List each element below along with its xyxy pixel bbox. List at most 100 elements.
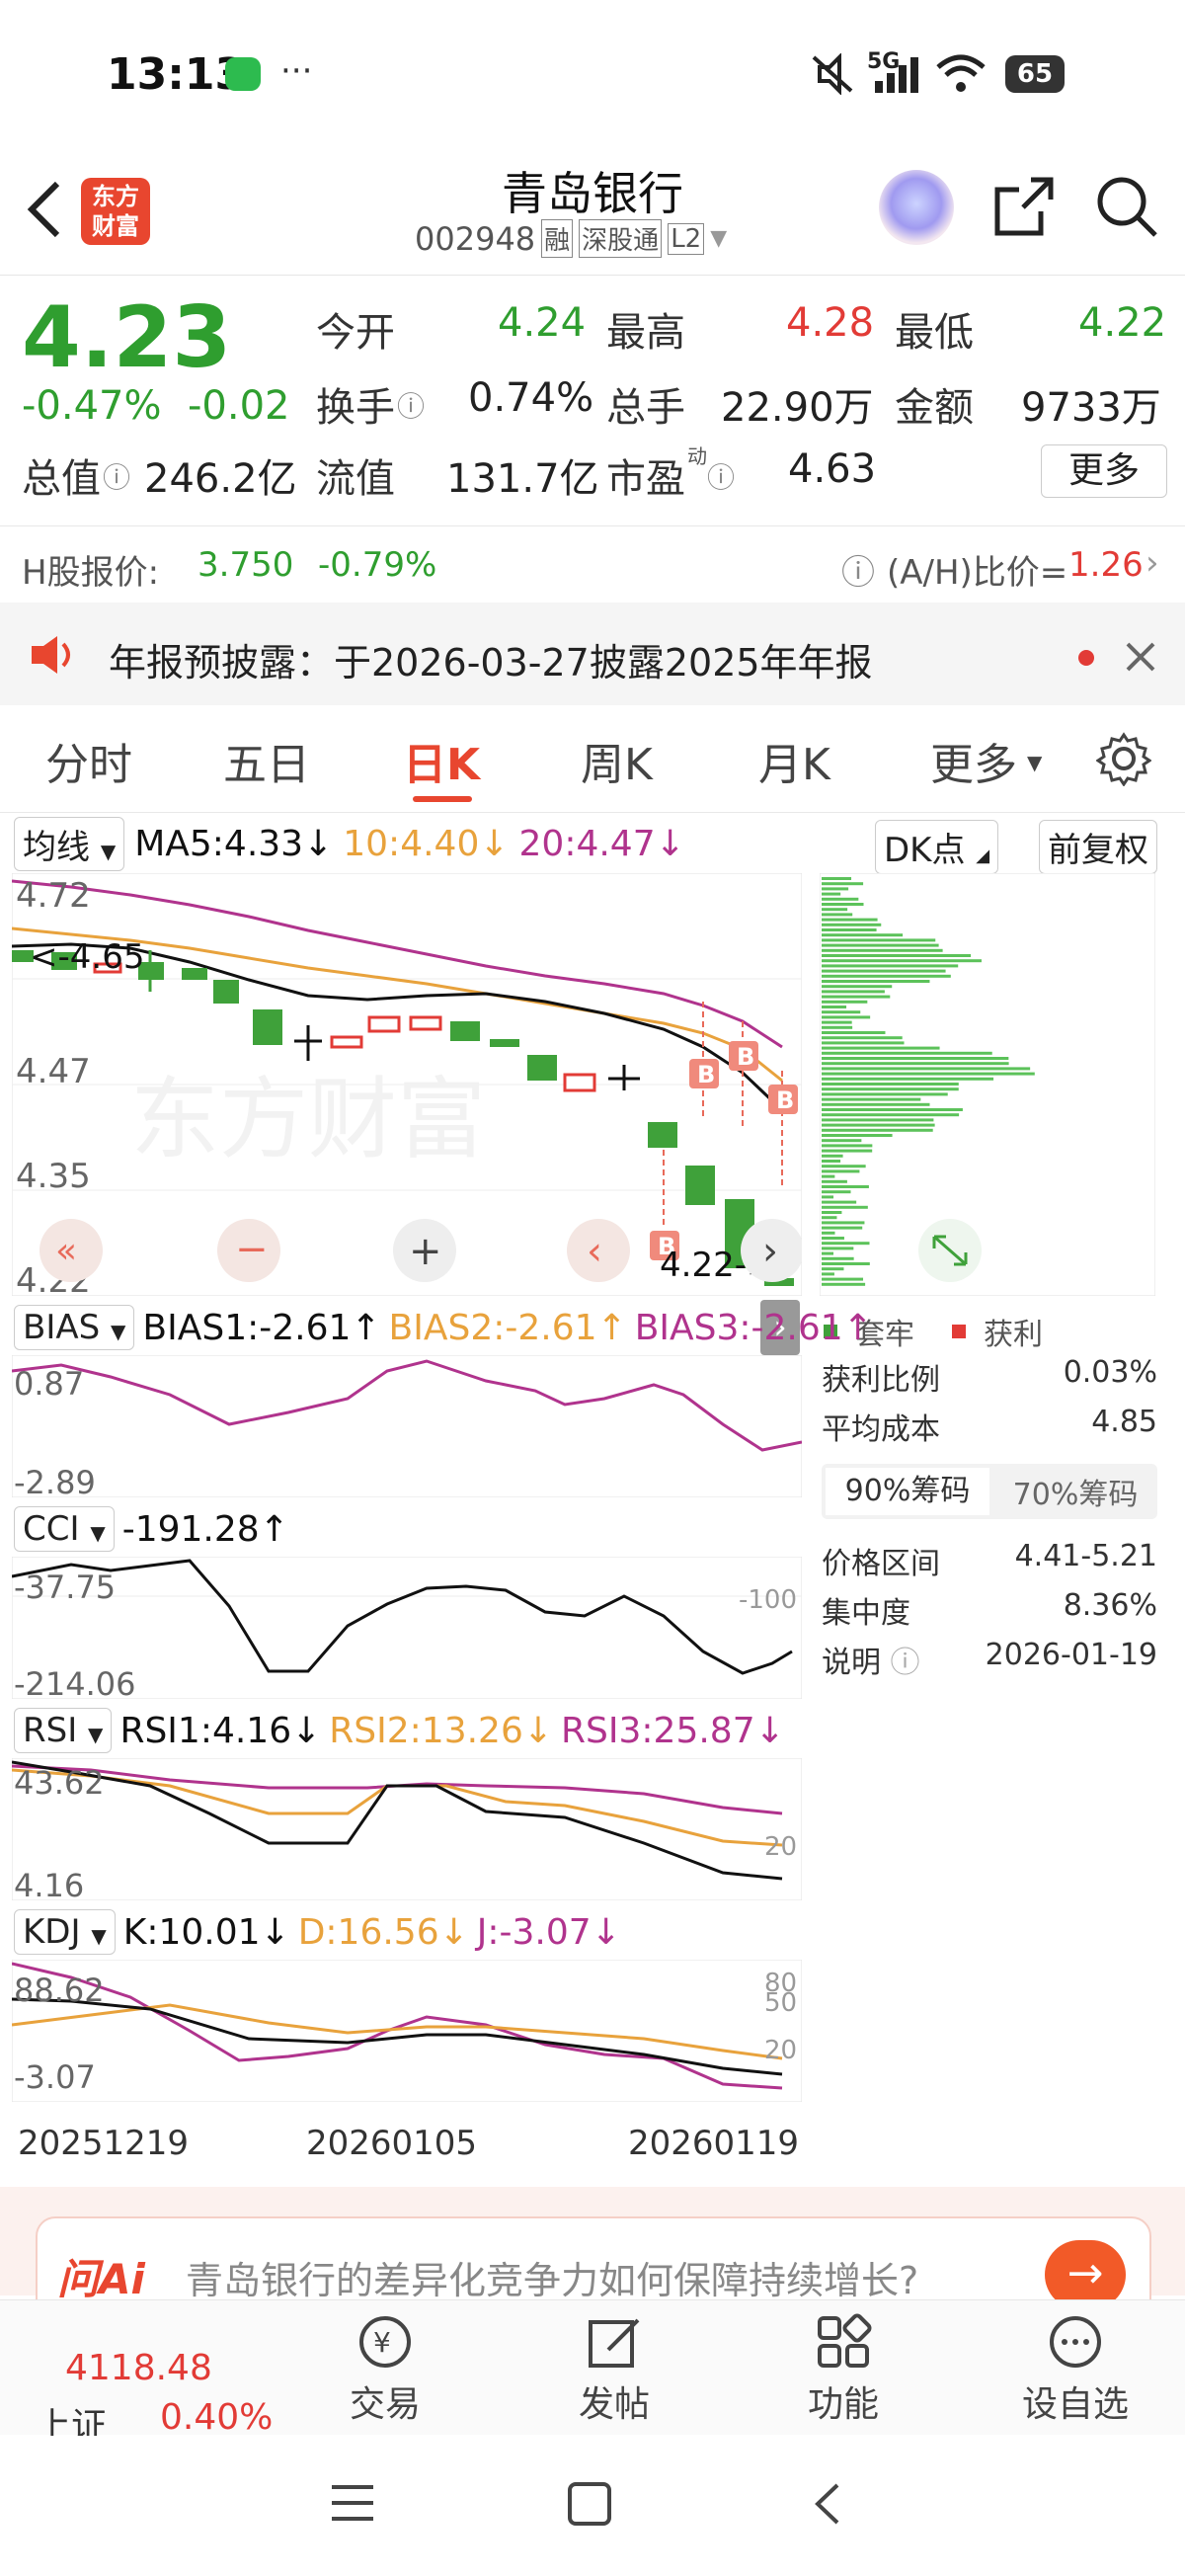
notice-text: 年报预披露：于2026-03-27披露2025年年报 <box>109 641 873 684</box>
close-icon[interactable] <box>1124 640 1157 674</box>
chip-bar <box>822 1211 842 1214</box>
nav-function[interactable]: 功能 <box>784 2312 903 2431</box>
note-date: 2026-01-19 <box>985 1638 1157 1672</box>
chip-bar <box>822 1010 861 1014</box>
volume-label: 总手 <box>606 385 685 431</box>
more-button[interactable]: 更多 <box>1041 444 1167 498</box>
trade-icon: ¥ <box>359 2316 411 2368</box>
chip-bar <box>822 1057 1009 1060</box>
menu-icon[interactable] <box>330 2483 375 2523</box>
high-value: 4.28 <box>786 300 875 346</box>
chip-bar <box>822 913 853 917</box>
chip-bar <box>822 1123 935 1127</box>
help-icon[interactable]: ⓘ <box>841 545 875 594</box>
nav-function-label: 功能 <box>807 2384 879 2425</box>
bias-select[interactable]: BIAS ▼ <box>14 1305 135 1350</box>
chip-bar <box>822 1174 835 1178</box>
bias-y-top: 0.87 <box>14 1365 84 1403</box>
notice-bar[interactable]: 年报预披露：于2026-03-27披露2025年年报 <box>0 603 1185 705</box>
nav-post[interactable]: 发帖 <box>555 2312 673 2431</box>
rsi-chart: 43.62 4.16 20 <box>12 1758 802 1900</box>
rsi-name: RSI <box>23 1711 78 1750</box>
nav-post-label: 发帖 <box>578 2384 650 2425</box>
chip-distribution-chart[interactable] <box>820 873 1155 1296</box>
index-ticker[interactable]: 4118.48 上证 0.40% <box>30 2322 286 2447</box>
chip-bar <box>822 897 859 901</box>
adjust-select[interactable]: 前复权 <box>1039 820 1157 874</box>
wifi-icon <box>936 54 986 92</box>
candle <box>367 1015 401 1033</box>
battery-icon: 65 <box>1005 55 1065 93</box>
chip-bar <box>822 1247 854 1250</box>
cci-legend: CCI ▼ -191.28↑ <box>14 1505 289 1553</box>
search-icon[interactable] <box>1094 174 1159 239</box>
dk-point-select[interactable]: DK点 ◢ <box>875 820 999 874</box>
index-value: 4118.48 <box>65 2348 212 2388</box>
tag-connect: 深股通 <box>579 219 663 258</box>
chip-bar <box>822 1267 844 1271</box>
share-icon[interactable] <box>991 174 1057 239</box>
quote-panel: 4.23 -0.47% -0.02 总值 ⓘ 246.2亿 今开 4.24 最高… <box>0 277 1185 514</box>
grid-icon <box>818 2313 872 2368</box>
chip-bar <box>822 995 891 999</box>
chip-bar <box>822 1195 834 1199</box>
y-label: 4.47 <box>16 1052 91 1091</box>
nav-trade-label: 交易 <box>349 2384 421 2425</box>
chip-bar <box>822 1097 921 1101</box>
chip-bar <box>822 1139 862 1143</box>
date-label: 20260119 <box>628 2124 800 2163</box>
chip-bar <box>822 1134 893 1137</box>
pe-value: 4.63 <box>788 446 877 492</box>
tab-chip-70[interactable]: 70%筹码 <box>993 1470 1157 1513</box>
high-label: 最高 <box>606 310 685 356</box>
chip-bar <box>822 943 939 947</box>
chip-bar <box>822 959 982 963</box>
candle <box>213 980 239 1004</box>
rsi-select[interactable]: RSI ▼ <box>14 1708 113 1753</box>
legend-profit: 获利 <box>984 1318 1043 1352</box>
chip-bar <box>822 1046 940 1050</box>
stock-code-row[interactable]: 002948 融 深股通 L2 ▼ <box>415 219 790 258</box>
info-icon[interactable]: ⓘ <box>397 385 425 425</box>
info-icon[interactable]: ⓘ <box>103 456 130 496</box>
profit-ratio-value: 0.03% <box>1063 1355 1157 1390</box>
nav-watch-label: 设自选 <box>1021 2384 1129 2425</box>
nav-trade[interactable]: ¥ 交易 <box>326 2312 444 2431</box>
hshare-row[interactable]: H股报价: 3.750 -0.79% ⓘ (A/H)比价= 1.26 › <box>0 539 1185 595</box>
kline-chart[interactable]: 东方财富 B B B B 4.72 4.47 4.35 4.22 <-4.65 … <box>12 873 802 1296</box>
kdj-legend: KDJ ▼ K:10.01↓ D:16.56↓ J:-3.07↓ <box>14 1908 621 1956</box>
chip-bar <box>822 933 904 937</box>
bias-y-bottom: -2.89 <box>14 1464 96 1497</box>
candle <box>685 1166 715 1205</box>
cci-select[interactable]: CCI ▼ <box>14 1506 115 1552</box>
tab-daily-k[interactable]: 日K <box>403 729 480 792</box>
chip-bar <box>822 1006 847 1008</box>
buy-marker-label: B <box>697 1061 715 1088</box>
rsi-legend: RSI ▼ RSI1:4.16↓ RSI2:13.26↓ RSI3:25.87↓ <box>14 1707 785 1754</box>
tab-five-day[interactable]: 五日 <box>223 729 310 792</box>
tab-monthly-k[interactable]: 月K <box>758 729 830 792</box>
nav-add-watchlist[interactable]: 设自选 <box>1011 2312 1140 2431</box>
gear-icon[interactable] <box>1096 731 1151 786</box>
tab-chip-90[interactable]: 90%筹码 <box>826 1468 989 1515</box>
chip-bar <box>822 903 864 906</box>
chip-bar <box>822 1251 833 1255</box>
signal-icon <box>875 57 918 93</box>
svg-text:+: + <box>409 1229 442 1274</box>
kdj-name: KDJ <box>23 1912 81 1952</box>
hshare-change: -0.79% <box>318 545 437 585</box>
system-back-icon[interactable] <box>810 2481 843 2527</box>
home-icon[interactable] <box>567 2481 612 2527</box>
buy-marker-label: B <box>737 1043 754 1071</box>
ma-select[interactable]: 均线 ▼ <box>14 816 125 871</box>
tab-intraday[interactable]: 分时 <box>45 729 132 792</box>
note-label[interactable]: 说明 ⓘ <box>822 1638 920 1687</box>
hshare-label: H股报价: <box>22 553 160 593</box>
kdj-d-value: D:16.56↓ <box>297 1911 469 1953</box>
tab-more[interactable]: 更多 <box>930 729 1017 792</box>
info-icon[interactable]: ⓘ <box>707 456 735 496</box>
kdj-select[interactable]: KDJ ▼ <box>14 1909 116 1955</box>
dropdown-triangle-icon: ▼ <box>710 226 728 251</box>
tab-weekly-k[interactable]: 周K <box>581 729 653 792</box>
robot-avatar[interactable] <box>879 170 954 245</box>
